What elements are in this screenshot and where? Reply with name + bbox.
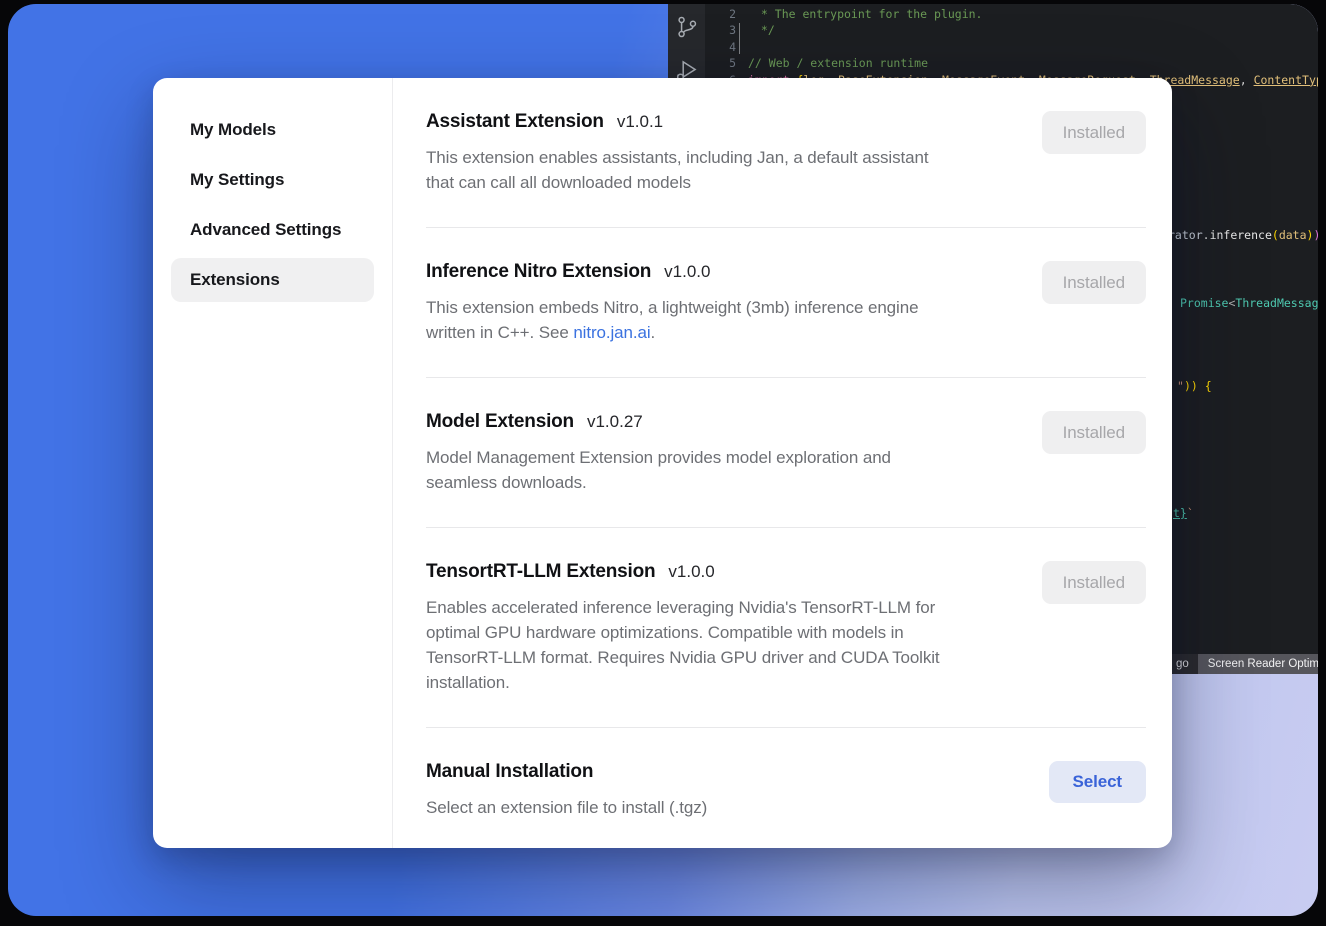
- description-text: This extension embeds Nitro, a lightweig…: [426, 298, 918, 342]
- code-line: 4: [705, 39, 1318, 55]
- nitro-jan-ai-link[interactable]: nitro.jan.ai: [573, 323, 650, 342]
- code-fragment: ")) {: [1177, 379, 1212, 394]
- code-fragment: Promise<ThreadMessage>: [1180, 296, 1318, 311]
- extension-row-model: Model Extension v1.0.27 Model Management…: [426, 378, 1146, 527]
- sidebar-item-my-models[interactable]: My Models: [171, 108, 374, 152]
- code-fragment: rator.inference(data));: [1168, 228, 1318, 243]
- description-text: .: [651, 323, 656, 342]
- extension-description: This extension enables assistants, inclu…: [426, 145, 1011, 195]
- code-line: 2 * The entrypoint for the plugin.: [705, 6, 1318, 22]
- extension-name: Inference Nitro Extension: [426, 261, 651, 283]
- select-file-button[interactable]: Select: [1049, 761, 1147, 803]
- screen-reader-optimized-status[interactable]: Screen Reader Optimized: [1198, 654, 1318, 674]
- settings-sidebar: My Models My Settings Advanced Settings …: [153, 78, 392, 848]
- installed-button[interactable]: Installed: [1042, 561, 1146, 604]
- sidebar-item-extensions[interactable]: Extensions: [171, 258, 374, 302]
- extension-row-tensorrt-llm: TensortRT-LLM Extension v1.0.0 Enables a…: [426, 528, 1146, 727]
- installed-button[interactable]: Installed: [1042, 411, 1146, 454]
- code-line: 5// Web / extension runtime: [705, 55, 1318, 71]
- manual-installation-title: Manual Installation: [426, 761, 593, 783]
- status-bar-text: go: [1176, 658, 1189, 670]
- extension-version: v1.0.0: [668, 562, 714, 582]
- editor-indent-guide: [739, 23, 740, 54]
- extension-version: v1.0.1: [617, 112, 663, 132]
- desktop-background: 2 * The entrypoint for the plugin.3 */45…: [8, 4, 1318, 916]
- extension-row-assistant: Assistant Extension v1.0.1 This extensio…: [426, 78, 1146, 227]
- extension-description: This extension embeds Nitro, a lightweig…: [426, 295, 1011, 345]
- installed-button[interactable]: Installed: [1042, 111, 1146, 154]
- extension-name: Assistant Extension: [426, 111, 604, 133]
- extension-description: Model Management Extension provides mode…: [426, 445, 1011, 495]
- code-editor-lines: 2 * The entrypoint for the plugin.3 */45…: [705, 6, 1318, 88]
- installed-button[interactable]: Installed: [1042, 261, 1146, 304]
- settings-modal: My Models My Settings Advanced Settings …: [153, 78, 1172, 848]
- code-fragment: t}`: [1173, 506, 1194, 521]
- extension-version: v1.0.27: [587, 412, 643, 432]
- sidebar-item-my-settings[interactable]: My Settings: [171, 158, 374, 202]
- sidebar-item-advanced-settings[interactable]: Advanced Settings: [171, 208, 374, 252]
- manual-installation-description: Select an extension file to install (.tg…: [426, 795, 1011, 820]
- extension-version: v1.0.0: [664, 262, 710, 282]
- extensions-list: Assistant Extension v1.0.1 This extensio…: [393, 78, 1172, 848]
- extension-description: Enables accelerated inference leveraging…: [426, 595, 1011, 695]
- extension-row-inference-nitro: Inference Nitro Extension v1.0.0 This ex…: [426, 228, 1146, 377]
- extension-name: Model Extension: [426, 411, 574, 433]
- source-control-icon[interactable]: [674, 14, 700, 40]
- extension-name: TensortRT-LLM Extension: [426, 561, 655, 583]
- manual-installation-row: Manual Installation Select an extension …: [426, 728, 1146, 848]
- code-line: 3 */: [705, 22, 1318, 38]
